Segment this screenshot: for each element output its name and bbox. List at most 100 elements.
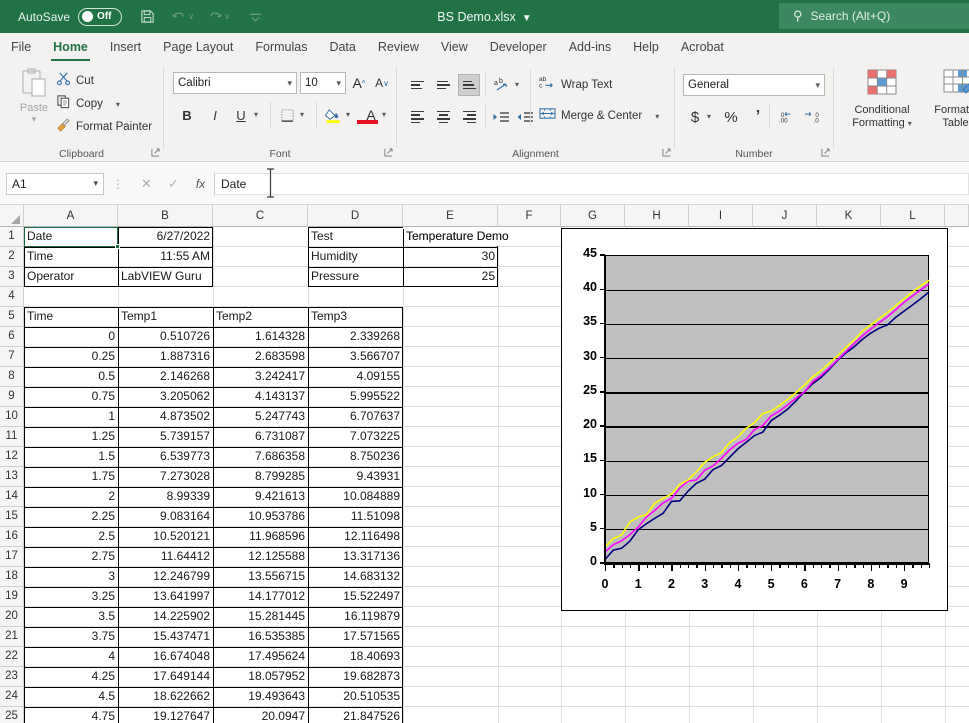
italic-button[interactable]: I <box>204 104 226 126</box>
column-header-L[interactable]: L <box>881 205 945 227</box>
column-header-K[interactable]: K <box>817 205 881 227</box>
temperature-chart[interactable]: 0 5 10 15 20 25 30 35 40 45 0 1 2 3 4 5 6 7 8 9 <box>561 228 948 611</box>
align-center-button[interactable] <box>432 106 454 128</box>
row-header-15[interactable]: 15 <box>0 507 24 527</box>
underline-chevron-down-icon[interactable]: ▾ <box>254 110 258 119</box>
name-box[interactable]: A1 ▾ <box>6 172 104 195</box>
autosave-toggle[interactable]: Off <box>78 7 123 26</box>
paste-chevron-down-icon[interactable]: ▾ <box>32 114 37 125</box>
row-header-2[interactable]: 2 <box>0 247 24 267</box>
merge-and-center-button[interactable]: Merge & Center ▾ <box>539 106 659 126</box>
decrease-font-size-button[interactable]: A ∨ <box>372 72 392 94</box>
underline-button[interactable]: U <box>230 104 252 126</box>
cut-button[interactable]: Cut <box>56 71 94 91</box>
grid-cell-E1-text[interactable]: Temperature Demo <box>403 227 563 247</box>
row-header-7[interactable]: 7 <box>0 347 24 367</box>
search-box[interactable]: ⚲ Search (Alt+Q) <box>779 3 969 29</box>
copy-chevron-down-icon[interactable]: ▾ <box>116 100 120 109</box>
column-header-H[interactable]: H <box>625 205 689 227</box>
fill-handle[interactable] <box>115 244 120 249</box>
save-icon[interactable] <box>136 6 158 28</box>
format-painter-button[interactable]: Format Painter <box>56 117 152 137</box>
ribbon-tab-file[interactable]: File <box>0 33 42 62</box>
conditional-formatting-button[interactable]: Conditional Formatting ▾ <box>844 68 920 130</box>
accounting-chevron-down-icon[interactable]: ▾ <box>707 112 711 121</box>
ribbon-tab-review[interactable]: Review <box>367 33 430 62</box>
fill-color-button[interactable] <box>322 104 344 126</box>
increase-decimal-button[interactable]: 0.00 <box>775 106 799 128</box>
row-header-5[interactable]: 5 <box>0 307 24 327</box>
column-header-A[interactable]: A <box>24 205 118 227</box>
column-header-C[interactable]: C <box>213 205 308 227</box>
row-header-20[interactable]: 20 <box>0 607 24 627</box>
number-dialog-launcher[interactable] <box>821 148 830 159</box>
align-left-button[interactable] <box>406 106 428 128</box>
undo-chevron-icon[interactable]: ∨ <box>188 12 194 21</box>
font-color-chevron-down-icon[interactable]: ▾ <box>382 110 386 119</box>
align-top-button[interactable] <box>406 74 428 96</box>
clipboard-dialog-launcher[interactable] <box>151 148 160 159</box>
column-header-E[interactable]: E <box>403 205 498 227</box>
cancel-entry-button[interactable]: ✕ <box>133 173 160 195</box>
row-header-10[interactable]: 10 <box>0 407 24 427</box>
increase-font-size-button[interactable]: A ^ <box>349 72 369 94</box>
borders-button[interactable] <box>276 104 298 126</box>
number-format-combo[interactable]: General ▾ <box>683 74 825 96</box>
accounting-format-button[interactable]: $ <box>684 106 706 128</box>
ribbon-tab-help[interactable]: Help <box>622 33 670 62</box>
row-header-24[interactable]: 24 <box>0 687 24 707</box>
fill-color-chevron-down-icon[interactable]: ▾ <box>346 110 350 119</box>
insert-function-button[interactable]: fx <box>187 173 214 195</box>
ribbon-tab-page-layout[interactable]: Page Layout <box>152 33 244 62</box>
format-as-table-button[interactable]: Format as Table▾ <box>924 68 969 130</box>
paste-button[interactable]: Paste ▾ <box>12 68 56 134</box>
undo-icon[interactable]: ∨ <box>172 6 194 28</box>
column-header-F[interactable]: F <box>498 205 561 227</box>
row-header-25[interactable]: 25 <box>0 707 24 723</box>
row-header-4[interactable]: 4 <box>0 287 24 307</box>
row-header-14[interactable]: 14 <box>0 487 24 507</box>
decrease-indent-button[interactable] <box>490 106 512 128</box>
row-header-18[interactable]: 18 <box>0 567 24 587</box>
percent-format-button[interactable]: % <box>720 106 742 128</box>
row-header-9[interactable]: 9 <box>0 387 24 407</box>
row-header-12[interactable]: 12 <box>0 447 24 467</box>
column-header-B[interactable]: B <box>118 205 213 227</box>
row-header-13[interactable]: 13 <box>0 467 24 487</box>
document-title-chevron-icon[interactable]: ▼ <box>522 13 532 24</box>
merge-chevron-down-icon[interactable]: ▾ <box>655 112 659 121</box>
align-right-button[interactable] <box>458 106 480 128</box>
decrease-decimal-button[interactable]: 0.0 <box>801 106 825 128</box>
align-bottom-button[interactable] <box>458 74 480 96</box>
row-header-1[interactable]: 1 <box>0 227 24 247</box>
redo-chevron-icon[interactable]: ∨ <box>224 12 230 21</box>
alignment-dialog-launcher[interactable] <box>662 148 671 159</box>
font-size-combo[interactable]: 10 ▾ <box>300 72 346 94</box>
conditional-formatting-chevron-down-icon[interactable]: ▾ <box>908 119 912 128</box>
formula-input[interactable]: Date <box>214 167 969 198</box>
number-format-chevron-down-icon[interactable]: ▾ <box>815 80 820 91</box>
row-header-23[interactable]: 23 <box>0 667 24 687</box>
ribbon-tab-view[interactable]: View <box>430 33 479 62</box>
confirm-entry-button[interactable]: ✓ <box>160 173 187 195</box>
ribbon-tab-home[interactable]: Home <box>42 33 99 62</box>
bold-button[interactable]: B <box>176 104 198 126</box>
wrap-text-button[interactable]: ab c Wrap Text <box>539 74 612 95</box>
name-box-chevron-down-icon[interactable]: ▾ <box>93 178 98 189</box>
increase-indent-button[interactable] <box>514 106 536 128</box>
ribbon-tab-add-ins[interactable]: Add-ins <box>558 33 622 62</box>
row-header-6[interactable]: 6 <box>0 327 24 347</box>
comma-format-button[interactable]: ’ <box>747 106 769 128</box>
font-size-chevron-down-icon[interactable]: ▾ <box>336 78 341 89</box>
row-header-16[interactable]: 16 <box>0 527 24 547</box>
ribbon-tab-insert[interactable]: Insert <box>99 33 152 62</box>
column-header-D[interactable]: D <box>308 205 403 227</box>
spreadsheet-grid[interactable]: Date 6/27/2022 Test Temperature Demo Time 11:… <box>0 205 969 723</box>
copy-button[interactable]: Copy ▾ <box>56 94 120 114</box>
active-cell-selection[interactable] <box>24 227 118 247</box>
select-all-corner[interactable] <box>0 205 24 227</box>
ribbon-tab-data[interactable]: Data <box>318 33 366 62</box>
ribbon-tab-developer[interactable]: Developer <box>479 33 558 62</box>
row-header-11[interactable]: 11 <box>0 427 24 447</box>
customize-quick-access-icon[interactable] <box>244 6 266 28</box>
